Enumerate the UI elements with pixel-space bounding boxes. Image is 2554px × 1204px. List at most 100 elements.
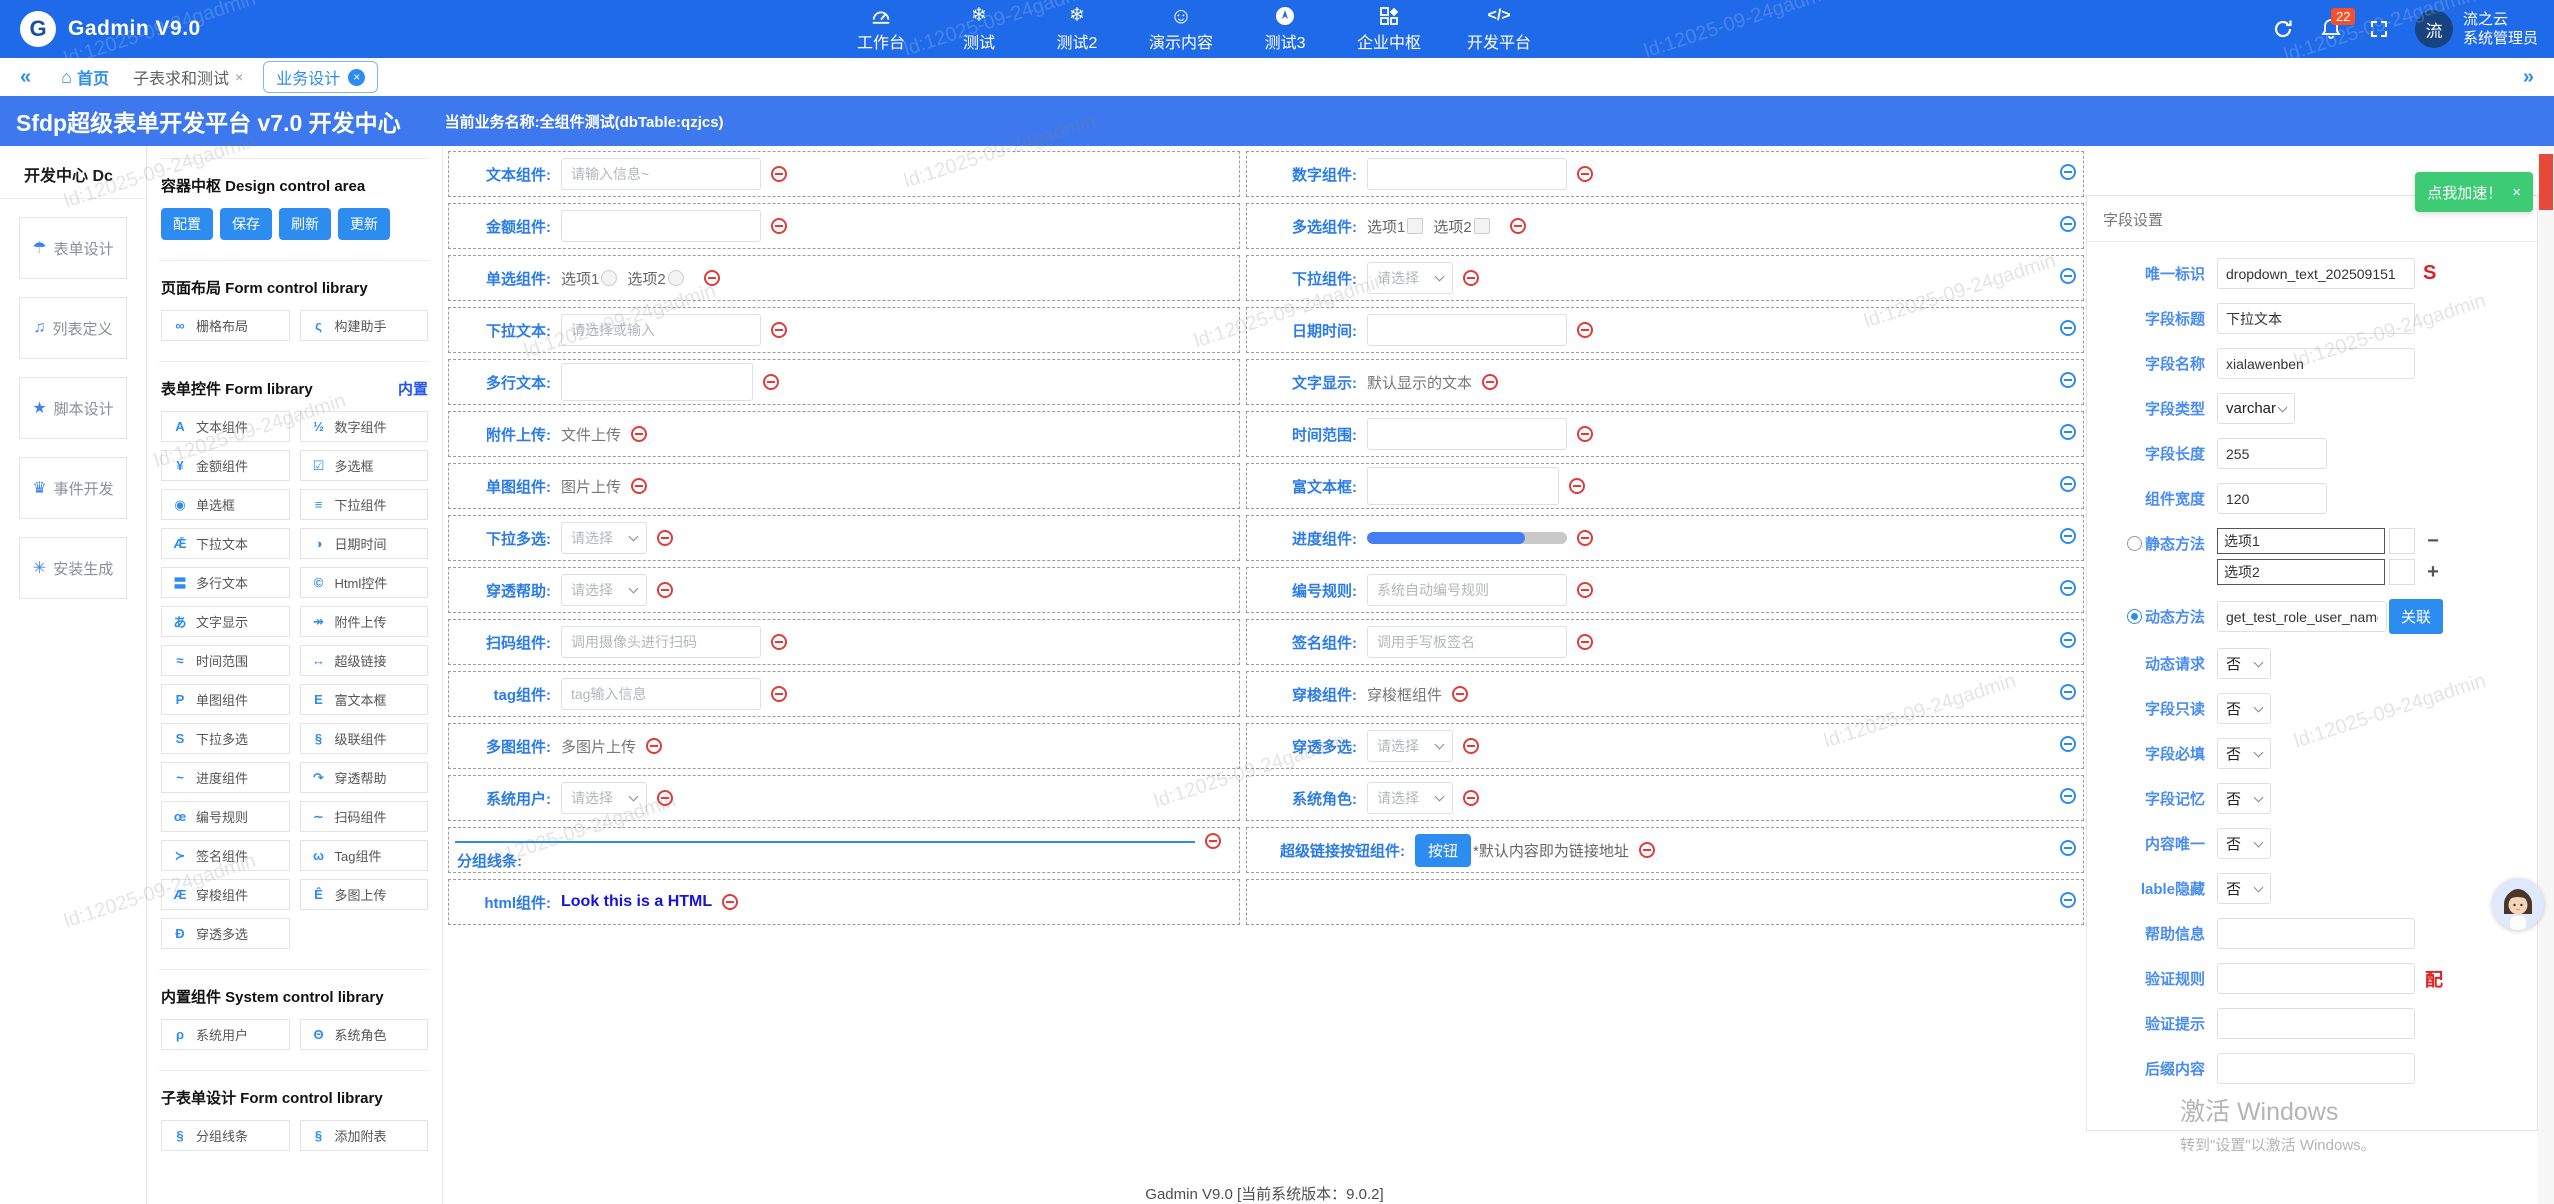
- empty-cell[interactable]: [1246, 879, 2084, 925]
- unique-id-input[interactable]: [2217, 258, 2415, 289]
- menu-item-test3[interactable]: 测试3: [1259, 5, 1311, 53]
- select-dropdown[interactable]: 请选择: [561, 782, 647, 814]
- remove-widget-icon[interactable]: [771, 686, 787, 702]
- radio[interactable]: [668, 270, 684, 286]
- library-item-transfer[interactable]: Æ穿梭组件: [161, 879, 290, 910]
- library-item-scan-code[interactable]: ∼扫码组件: [300, 801, 429, 832]
- remove-widget-icon[interactable]: [1577, 582, 1593, 598]
- checkbox[interactable]: [1474, 218, 1490, 234]
- text-input[interactable]: [561, 158, 761, 190]
- tag-input[interactable]: [561, 678, 761, 710]
- menu-item-enterprise-hub[interactable]: 企业中枢: [1357, 5, 1421, 53]
- widget-multi-image[interactable]: 多图组件: 多图片上传: [448, 723, 1240, 769]
- library-item-amount[interactable]: ¥金额组件: [161, 450, 290, 481]
- field-name-input[interactable]: [2217, 348, 2415, 379]
- remove-row-icon[interactable]: [2060, 528, 2076, 544]
- widget-system-user[interactable]: 系统用户: 请选择: [448, 775, 1240, 821]
- number-input[interactable]: [1367, 158, 1567, 190]
- collapse-left-icon[interactable]: «: [20, 66, 31, 89]
- remove-widget-icon[interactable]: [1482, 374, 1498, 390]
- tab-subtable-sum-test[interactable]: 子表求和测试 ×: [123, 61, 253, 93]
- library-item-drill-multi-select[interactable]: Ð穿透多选: [161, 918, 290, 949]
- remove-option-icon[interactable]: [2389, 528, 2415, 554]
- library-item-multi-image-upload[interactable]: Ê多图上传: [300, 879, 429, 910]
- signature-input[interactable]: [1367, 626, 1567, 658]
- remove-row-icon[interactable]: [2060, 372, 2076, 388]
- field-length-input[interactable]: [2217, 438, 2327, 469]
- sidebar-item-form-design[interactable]: ☂表单设计: [19, 217, 127, 279]
- widget-select[interactable]: 下拉组件: 请选择: [1246, 255, 2084, 301]
- field-readonly-select[interactable]: 否: [2217, 693, 2271, 724]
- sidebar-item-script-design[interactable]: ★脚本设计: [19, 377, 127, 439]
- remove-row-icon[interactable]: [2060, 736, 2076, 752]
- remove-widget-icon[interactable]: [722, 894, 738, 910]
- remove-widget-icon[interactable]: [1452, 686, 1468, 702]
- widget-number[interactable]: 数字组件:: [1246, 151, 2084, 197]
- widget-signature[interactable]: 签名组件:: [1246, 619, 2084, 665]
- widget-single-image[interactable]: 单图组件: 图片上传: [448, 463, 1240, 509]
- checkbox[interactable]: [1407, 218, 1423, 234]
- select-dropdown[interactable]: 请选择: [1367, 782, 1453, 814]
- label-hidden-select[interactable]: 否: [2217, 873, 2271, 904]
- remove-widget-icon[interactable]: [1577, 322, 1593, 338]
- remove-row-icon[interactable]: [2060, 840, 2076, 856]
- dynamic-request-select[interactable]: 否: [2217, 648, 2271, 679]
- radio[interactable]: [601, 270, 617, 286]
- library-item-cascade[interactable]: §级联组件: [300, 723, 429, 754]
- widget-transfer[interactable]: 穿梭组件: 穿梭框组件: [1246, 671, 2084, 717]
- library-item-grid-layout[interactable]: ∞栅格布局: [161, 310, 290, 341]
- datetime-input[interactable]: [1367, 314, 1567, 346]
- field-title-input[interactable]: [2217, 303, 2415, 334]
- widget-drill-multi-select[interactable]: 穿透多选: 请选择: [1246, 723, 2084, 769]
- remove-widget-icon[interactable]: [657, 530, 673, 546]
- remove-widget-icon[interactable]: [631, 426, 647, 442]
- remove-widget-icon[interactable]: [1577, 426, 1593, 442]
- menu-item-dev-platform[interactable]: </> 开发平台: [1467, 5, 1531, 53]
- library-item-build-assistant[interactable]: ς构建助手: [300, 310, 429, 341]
- library-item-attachment-upload[interactable]: ↠附件上传: [300, 606, 429, 637]
- dynamic-method-radio[interactable]: [2127, 609, 2142, 624]
- field-memory-select[interactable]: 否: [2217, 783, 2271, 814]
- static-method-radio[interactable]: [2127, 536, 2142, 551]
- library-item-select-text[interactable]: Ǣ下拉文本: [161, 528, 290, 559]
- upload-link[interactable]: 图片上传: [561, 476, 621, 497]
- widget-attachment-upload[interactable]: 附件上传: 文件上传: [448, 411, 1240, 457]
- widget-hyperlink-button[interactable]: 超级链接按钮组件: 按钮 *默认内容即为链接地址: [1246, 827, 2084, 873]
- sidebar-item-list-define[interactable]: ♫列表定义: [19, 297, 127, 359]
- upload-link[interactable]: 文件上传: [561, 424, 621, 445]
- menu-item-demo-content[interactable]: ☺ 演示内容: [1149, 5, 1213, 53]
- library-item-system-role[interactable]: Θ系统角色: [300, 1019, 429, 1050]
- library-item-drill-help[interactable]: ↷穿透帮助: [300, 762, 429, 793]
- remove-widget-icon[interactable]: [1205, 833, 1221, 849]
- library-item-datetime[interactable]: ◑日期时间: [300, 528, 429, 559]
- save-button[interactable]: 保存: [220, 208, 272, 240]
- remove-widget-icon[interactable]: [1463, 270, 1479, 286]
- static-option-input[interactable]: [2217, 528, 2385, 554]
- remove-option-icon[interactable]: [2389, 559, 2415, 585]
- remove-widget-icon[interactable]: [1463, 738, 1479, 754]
- refresh-button[interactable]: 刷新: [279, 208, 331, 240]
- remove-widget-icon[interactable]: [771, 218, 787, 234]
- fullscreen-icon[interactable]: [2367, 17, 2391, 41]
- tab-home[interactable]: ⌂ 首页: [61, 65, 109, 89]
- number-rule-input[interactable]: [1367, 574, 1567, 606]
- widget-textarea[interactable]: 多行文本:: [448, 359, 1240, 405]
- library-item-single-image[interactable]: P单图组件: [161, 684, 290, 715]
- refresh-icon[interactable]: [2271, 17, 2295, 41]
- select-text-input[interactable]: [561, 314, 761, 346]
- remove-row-icon[interactable]: [2060, 892, 2076, 908]
- remove-row-icon[interactable]: [2060, 164, 2076, 180]
- widget-group-line[interactable]: 分组线条:: [448, 827, 1240, 873]
- library-item-radio[interactable]: ◉单选框: [161, 489, 290, 520]
- remove-row-icon[interactable]: [2060, 216, 2076, 232]
- dynamic-method-input[interactable]: [2217, 601, 2387, 632]
- collapse-right-icon[interactable]: »: [2523, 66, 2534, 89]
- remove-widget-icon[interactable]: [704, 270, 720, 286]
- library-item-multi-select[interactable]: S下拉多选: [161, 723, 290, 754]
- suffix-content-input[interactable]: [2217, 1053, 2415, 1084]
- remove-widget-icon[interactable]: [631, 478, 647, 494]
- widget-radio-group[interactable]: 单选组件: 选项1 选项2: [448, 255, 1240, 301]
- select-dropdown[interactable]: 请选择: [1367, 730, 1453, 762]
- content-unique-select[interactable]: 否: [2217, 828, 2271, 859]
- library-item-html[interactable]: ©Html控件: [300, 567, 429, 598]
